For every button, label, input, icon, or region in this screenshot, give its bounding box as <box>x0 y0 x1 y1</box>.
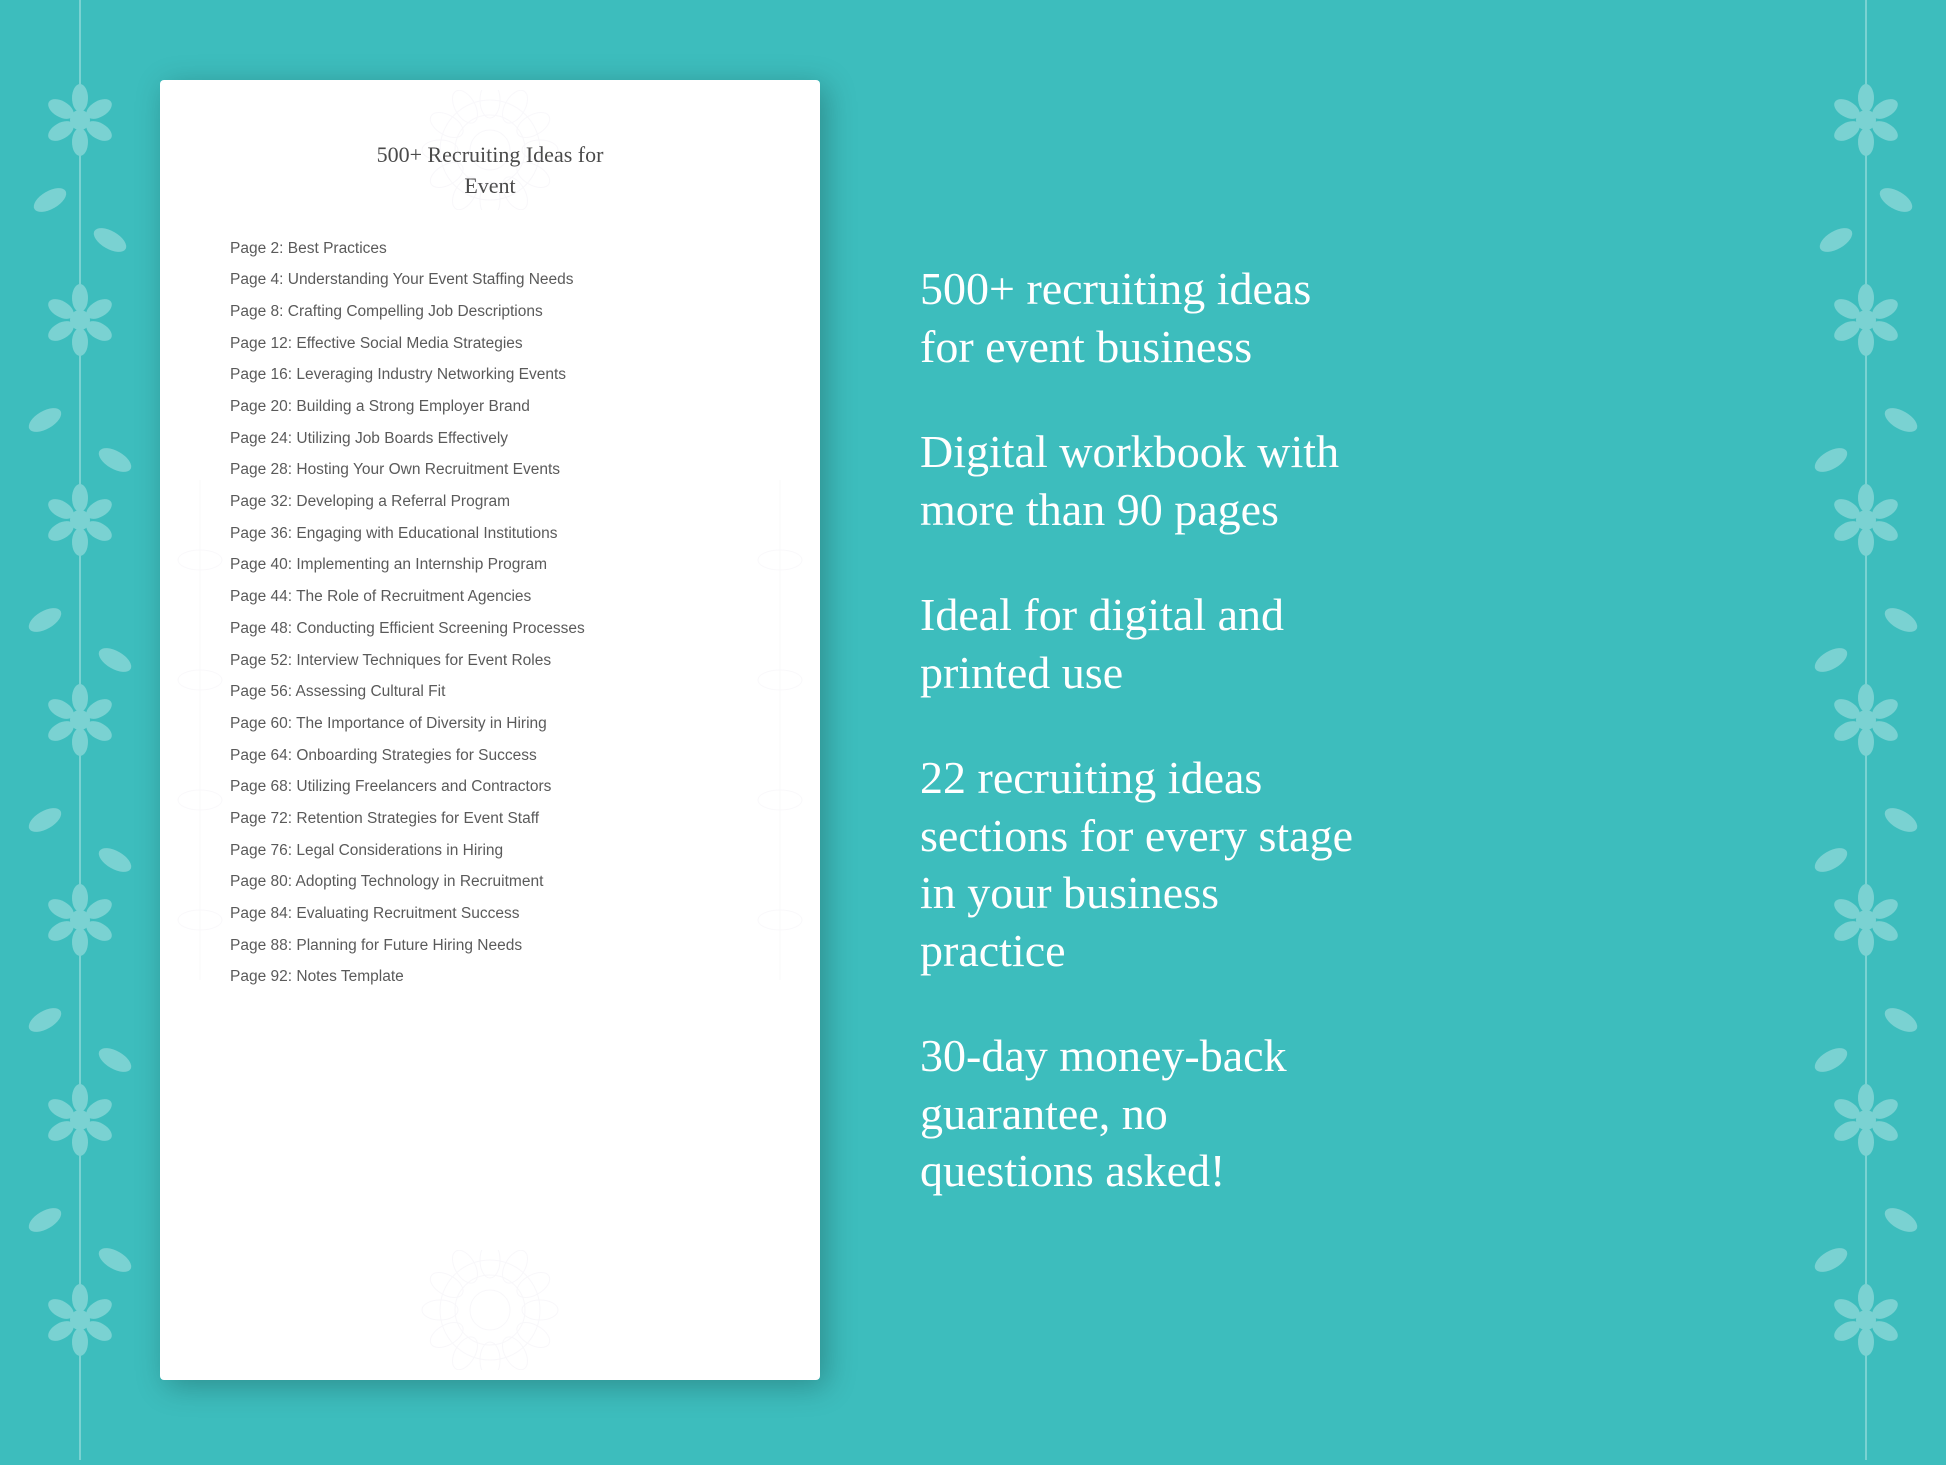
toc-item: Page 56: Assessing Cultural Fit <box>230 681 750 703</box>
toc-item: Page 48: Conducting Efficient Screening … <box>230 618 750 640</box>
features-panel: 500+ recruiting ideas for event business… <box>900 260 1766 1200</box>
toc-item: Page 36: Engaging with Educational Insti… <box>230 523 750 545</box>
page-number: Page 76: <box>230 842 292 859</box>
toc-item: Page 20: Building a Strong Employer Bran… <box>230 396 750 418</box>
page-number: Page 44: <box>230 588 292 605</box>
page-number: Page 92: <box>230 968 292 985</box>
page-number: Page 80: <box>230 873 292 890</box>
toc-item: Page 64: Onboarding Strategies for Succe… <box>230 745 750 767</box>
page-number: Page 48: <box>230 620 292 637</box>
table-of-contents: Page 2: Best Practices Page 4: Understand… <box>230 238 750 989</box>
toc-item: Page 40: Implementing an Internship Prog… <box>230 554 750 576</box>
page-number: Page 72: <box>230 810 292 827</box>
toc-item: Page 92: Notes Template <box>230 966 750 988</box>
toc-item: Page 24: Utilizing Job Boards Effectivel… <box>230 428 750 450</box>
page-number: Page 20: <box>230 398 292 415</box>
doc-bottom-decoration <box>330 1250 650 1370</box>
doc-right-side-decoration <box>745 480 815 980</box>
page-number: Page 52: <box>230 652 292 669</box>
doc-left-side-decoration <box>165 480 235 980</box>
doc-top-decoration <box>330 90 650 210</box>
page-number: Page 36: <box>230 525 292 542</box>
page-number: Page 40: <box>230 556 292 573</box>
page-number: Page 28: <box>230 461 292 478</box>
toc-item: Page 8: Crafting Compelling Job Descript… <box>230 301 750 323</box>
toc-item: Page 68: Utilizing Freelancers and Contr… <box>230 776 750 798</box>
toc-item: Page 72: Retention Strategies for Event … <box>230 808 750 830</box>
toc-item: Page 52: Interview Techniques for Event … <box>230 650 750 672</box>
page-number: Page 12: <box>230 335 292 352</box>
document-mockup: 500+ Recruiting Ideas for Event Page 2: … <box>160 80 820 1380</box>
page-number: Page 32: <box>230 493 292 510</box>
toc-item: Page 12: Effective Social Media Strategi… <box>230 333 750 355</box>
page-number: Page 8: <box>230 303 283 320</box>
page-number: Page 56: <box>230 683 292 700</box>
toc-item: Page 32: Developing a Referral Program <box>230 491 750 513</box>
page-number: Page 2: <box>230 240 283 257</box>
feature-text-1: 500+ recruiting ideas for event business <box>920 260 1766 375</box>
toc-item: Page 28: Hosting Your Own Recruitment Ev… <box>230 459 750 481</box>
page-number: Page 64: <box>230 747 292 764</box>
page-number: Page 24: <box>230 430 292 447</box>
toc-item: Page 60: The Importance of Diversity in … <box>230 713 750 735</box>
main-layout: 500+ Recruiting Ideas for Event Page 2: … <box>0 0 1946 1460</box>
page-number: Page 4: <box>230 271 283 288</box>
feature-text-4: 22 recruiting ideas sections for every s… <box>920 749 1766 979</box>
page-number: Page 88: <box>230 937 292 954</box>
page-number: Page 68: <box>230 778 292 795</box>
page-number: Page 60: <box>230 715 292 732</box>
feature-text-5: 30-day money-back guarantee, no question… <box>920 1027 1766 1200</box>
feature-text-2: Digital workbook with more than 90 pages <box>920 423 1766 538</box>
page-number: Page 84: <box>230 905 292 922</box>
toc-item: Page 84: Evaluating Recruitment Success <box>230 903 750 925</box>
toc-item: Page 88: Planning for Future Hiring Need… <box>230 935 750 957</box>
toc-item: Page 4: Understanding Your Event Staffin… <box>230 269 750 291</box>
toc-item: Page 2: Best Practices <box>230 238 750 260</box>
toc-item: Page 44: The Role of Recruitment Agencie… <box>230 586 750 608</box>
page-number: Page 16: <box>230 366 292 383</box>
feature-text-3: Ideal for digital and printed use <box>920 586 1766 701</box>
toc-item: Page 80: Adopting Technology in Recruitm… <box>230 871 750 893</box>
toc-item: Page 76: Legal Considerations in Hiring <box>230 840 750 862</box>
toc-item: Page 16: Leveraging Industry Networking … <box>230 364 750 386</box>
